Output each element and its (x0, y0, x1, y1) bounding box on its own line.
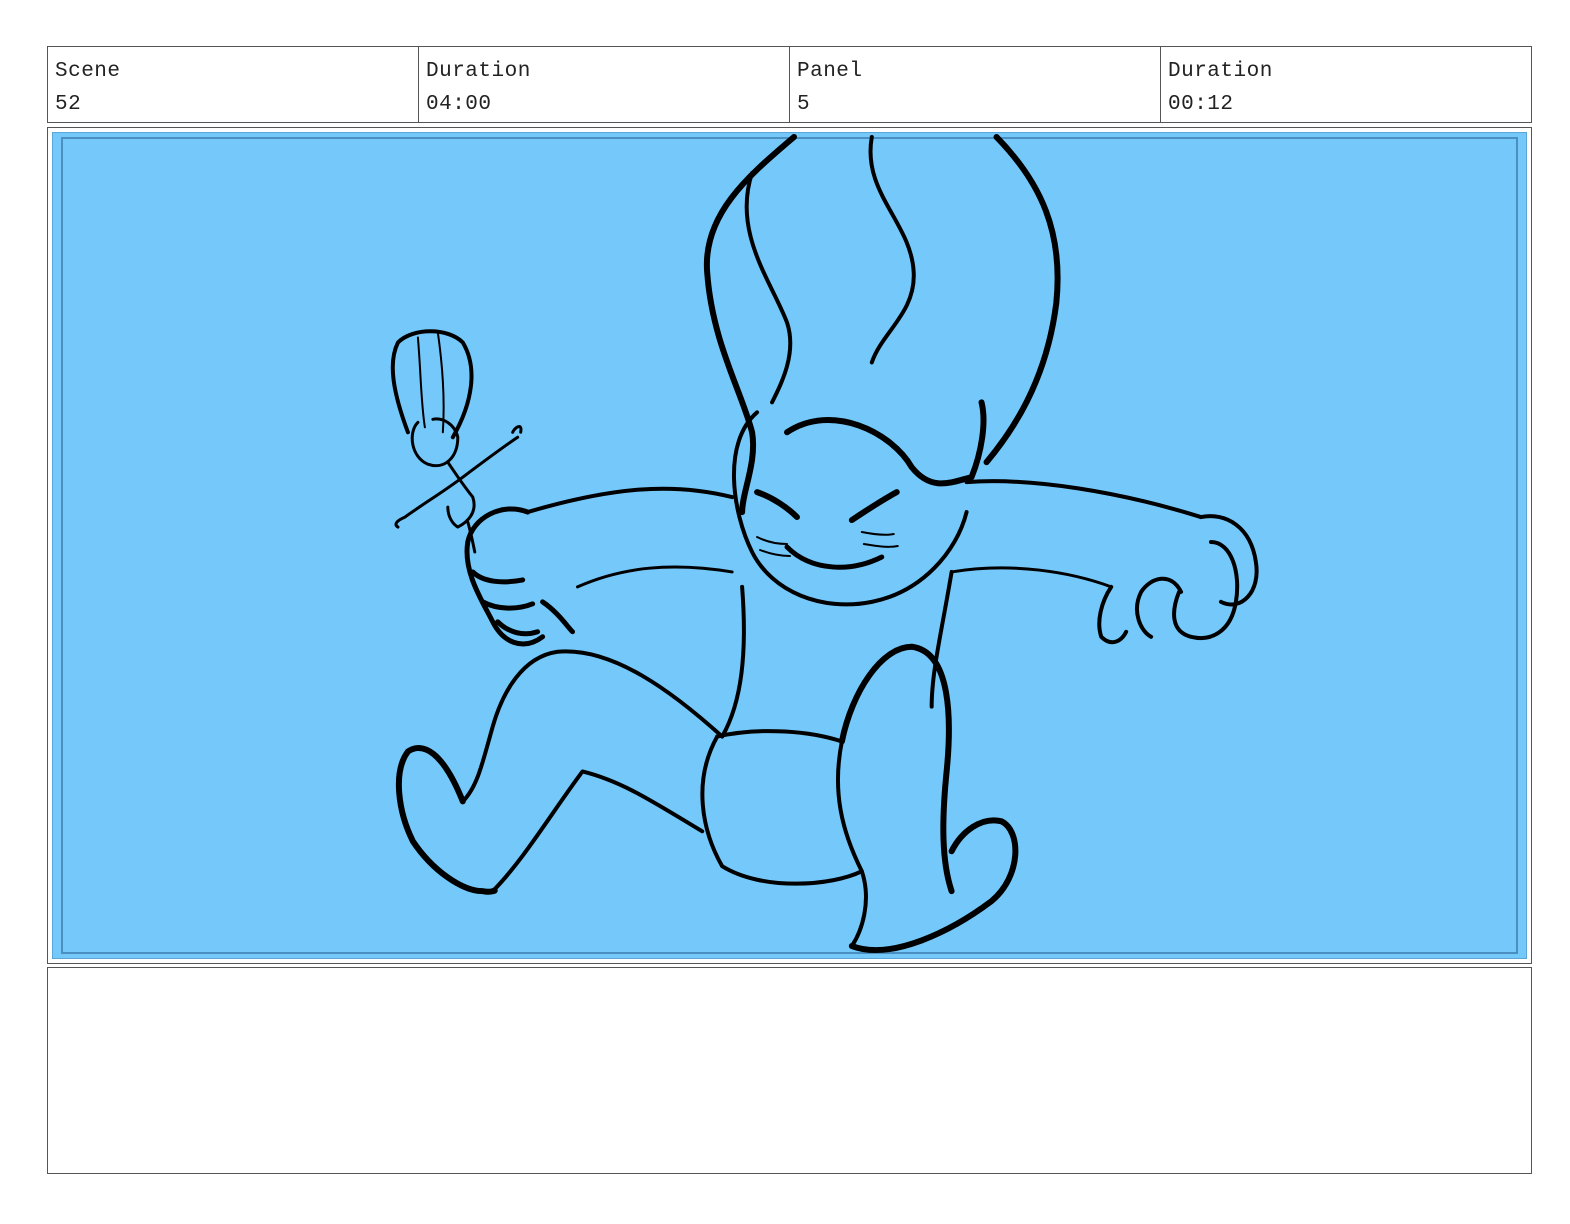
brow-left (754, 489, 800, 521)
scene-number: 52 (55, 93, 82, 116)
brow-right (848, 489, 900, 524)
right-foot (848, 817, 1019, 953)
character-sketch (390, 133, 1259, 953)
panel-duration-label: Duration (1168, 60, 1273, 83)
right-arm-bottom (950, 566, 1113, 589)
scene-duration-label: Duration (426, 60, 531, 83)
storyboard-header: Scene 52 Duration 04:00 Panel 5 Duration… (47, 46, 1532, 123)
cheek-lines-right (860, 531, 899, 548)
left-leg-bottom (490, 769, 705, 894)
right-leg-outer (838, 643, 955, 895)
torso-right (929, 569, 954, 709)
mouth (784, 544, 885, 570)
scene-duration-value: 04:00 (426, 93, 492, 116)
hair-outline (703, 133, 797, 516)
scene-duration-cell: Duration 04:00 (419, 47, 790, 122)
doll-hair-lines (416, 331, 445, 434)
face-outline (731, 410, 969, 607)
right-hand (1097, 514, 1259, 645)
torso-left (720, 584, 746, 739)
doll-face (410, 417, 460, 468)
left-arm-bottom (576, 565, 734, 589)
panel-duration-cell: Duration 00:12 (1161, 47, 1531, 122)
doll-hair (390, 329, 474, 440)
hip-line (715, 729, 844, 744)
hair-inner-mid (868, 134, 916, 365)
left-fist (464, 506, 576, 647)
panel-number: 5 (797, 93, 811, 116)
left-arm-top (525, 486, 735, 515)
panel-notes[interactable] (47, 967, 1532, 1174)
scene-label: Scene (55, 60, 121, 83)
panel-frame (47, 127, 1532, 964)
hair-bottom (784, 399, 987, 487)
panel-drawing[interactable] (52, 132, 1527, 959)
panel-duration-value: 00:12 (1168, 93, 1234, 116)
right-leg-inner (835, 739, 868, 949)
right-arm-top (964, 479, 1203, 520)
panel-label: Panel (797, 60, 863, 83)
panel-cell: Panel 5 (790, 47, 1161, 122)
scene-cell: Scene 52 (48, 47, 419, 122)
left-leg-top (460, 649, 725, 804)
hair-inner-left (744, 170, 793, 405)
hair-outline-right (983, 133, 1061, 466)
